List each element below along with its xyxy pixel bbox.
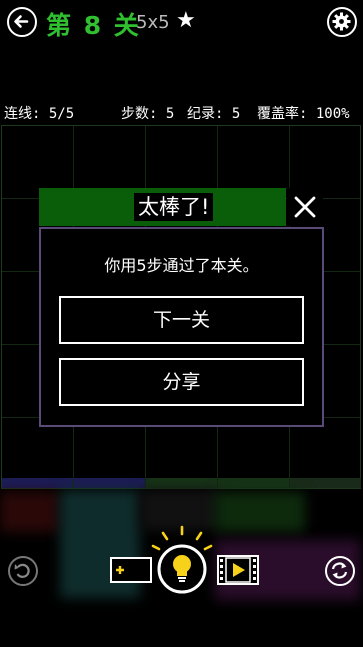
board-row-strip [218, 478, 289, 488]
board-glow [140, 490, 220, 530]
settings-button[interactable] [327, 7, 357, 37]
connections-stat: 连线: 5/5 [4, 106, 75, 122]
back-button[interactable] [7, 7, 37, 37]
video-film-icon [217, 555, 259, 585]
board-row-strip [146, 478, 217, 488]
refresh-icon [331, 562, 348, 579]
watch-video-button[interactable] [217, 555, 259, 585]
close-icon [294, 196, 316, 218]
lightbulb-icon [151, 525, 213, 594]
add-hint-button[interactable] [110, 557, 152, 583]
hint-button[interactable] [150, 525, 214, 597]
board-row-strip [2, 478, 73, 488]
close-button[interactable] [287, 188, 323, 226]
star-icon: ★ [176, 8, 196, 33]
board-glow [0, 492, 60, 532]
steps-stat: 步数: 5 [121, 106, 175, 122]
record-stat: 纪录: 5 [187, 106, 241, 122]
board-glow [215, 492, 305, 532]
dialog-message: 你用5步通过了本关。 [104, 256, 259, 275]
board-row-strip [290, 478, 361, 488]
board-size-label: 5x5 [136, 12, 170, 33]
next-level-button[interactable]: 下一关 [59, 296, 304, 344]
share-button[interactable]: 分享 [59, 358, 304, 406]
dialog-title: 太棒了! [134, 193, 214, 221]
undo-button[interactable] [8, 556, 38, 586]
add-battery-icon [110, 557, 152, 583]
coverage-stat: 覆盖率: 100% [257, 106, 350, 122]
restart-button[interactable] [325, 556, 355, 586]
level-title: 第 8 关 [46, 11, 141, 40]
gear-icon [332, 12, 351, 31]
undo-icon [14, 563, 30, 578]
board-row-strip [74, 478, 145, 488]
back-arrow-icon [14, 15, 29, 28]
